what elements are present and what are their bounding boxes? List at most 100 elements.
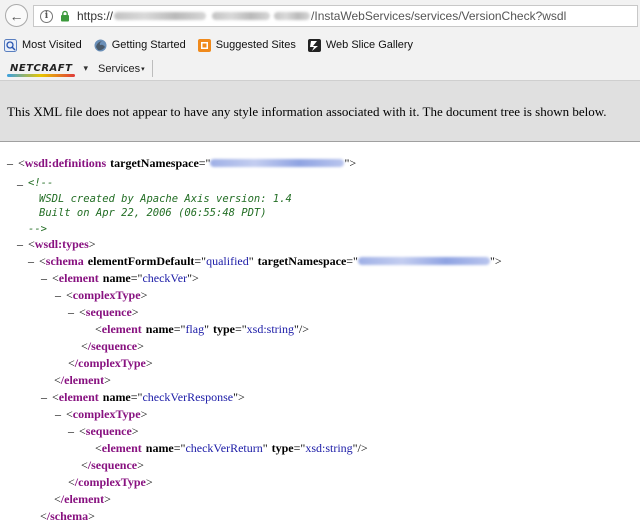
xml-line: < element name =" flag " type =" xsd:string "/>	[95, 321, 310, 336]
collapse-toggle[interactable]: –	[55, 289, 66, 301]
xml-line: – < schema elementFormDefault =" qualified "…	[28, 253, 502, 268]
xml-line: – < element name =" checkVer ">	[41, 270, 199, 285]
bookmark-label: Suggested Sites	[215, 39, 296, 51]
suggested-sites-icon	[197, 38, 211, 52]
services-label: Services	[97, 62, 141, 75]
collapse-toggle[interactable]: –	[41, 272, 52, 284]
xml-line: </sequence >	[81, 457, 144, 472]
xml-tag: sequence	[85, 423, 132, 438]
chevron-down-icon: ▾	[141, 65, 145, 73]
xml-line: </complexType >	[68, 355, 153, 370]
xml-line: – < sequence >	[68, 423, 139, 438]
xml-value: checkVer	[142, 270, 188, 285]
xml-comment: -->	[28, 223, 47, 236]
xml-value: checkVerReturn	[185, 440, 263, 455]
collapse-toggle[interactable]: –	[28, 255, 39, 267]
collapse-toggle[interactable]: –	[7, 157, 18, 169]
xml-attr: targetNamespace	[257, 253, 347, 268]
xml-tag: element	[58, 270, 99, 285]
redacted-host	[114, 12, 207, 20]
xml-attr: name	[102, 270, 131, 285]
collapse-toggle[interactable]: –	[68, 425, 79, 437]
xml-tag: /element	[60, 491, 105, 506]
xml-comment: Built on Apr 22, 2006 (06:55:48 PDT)	[39, 207, 267, 220]
xml-value: qualified	[206, 253, 249, 268]
bookmark-most-visited[interactable]: Most Visited	[4, 38, 82, 52]
bookmark-label: Getting Started	[111, 39, 186, 51]
xml-line: – < wsdl:definitions targetNamespace =" ">	[7, 155, 357, 170]
collapse-toggle[interactable]: –	[41, 391, 52, 403]
lock-icon	[61, 10, 69, 22]
netcraft-swoosh-icon	[7, 73, 76, 77]
firefox-icon	[94, 39, 107, 51]
collapse-toggle[interactable]: –	[68, 306, 79, 318]
bookmark-getting-started[interactable]: Getting Started	[94, 39, 186, 52]
xml-info-banner: This XML file does not appear to have an…	[0, 81, 640, 142]
xml-tag: complexType	[72, 406, 141, 421]
netcraft-logo[interactable]: NETCRAFT	[7, 62, 76, 77]
xml-value: checkVerResponse	[142, 389, 234, 404]
bookmark-suggested-sites[interactable]: Suggested Sites	[197, 38, 296, 52]
xml-attr: name	[145, 321, 174, 336]
xml-tag: /sequence	[87, 457, 138, 472]
xml-info-text: This XML file does not appear to have an…	[7, 103, 607, 119]
back-button[interactable]: ←	[5, 4, 28, 27]
xml-comment: WSDL created by Apache Axis version: 1.4	[39, 193, 292, 206]
xml-tag: wsdl:definitions	[24, 155, 107, 170]
xml-tag: /element	[60, 372, 105, 387]
xml-tag: element	[58, 389, 99, 404]
collapse-toggle[interactable]: –	[55, 408, 66, 420]
xml-line: </element >	[54, 372, 111, 387]
collapse-toggle[interactable]: –	[17, 178, 28, 190]
xml-attr: name	[145, 440, 174, 455]
xml-tag: /schema	[46, 508, 89, 523]
xml-comment-line: Built on Apr 22, 2006 (06:55:48 PDT)	[39, 205, 267, 222]
xml-attr: name	[102, 389, 131, 404]
xml-line: – < complexType >	[55, 287, 148, 302]
back-arrow-icon: ←	[9, 7, 24, 24]
url-input[interactable]: i https:// /InstaWebServices/services/Ve…	[33, 5, 638, 27]
netcraft-toolbar: NETCRAFT ▾ Services ▾	[0, 57, 640, 81]
xml-line: </schema >	[40, 508, 95, 523]
xml-comment: <!--	[28, 177, 54, 190]
xml-line: </element >	[54, 491, 111, 506]
xml-line: – < sequence >	[68, 304, 139, 319]
collapse-toggle[interactable]: –	[17, 238, 28, 250]
redacted-host	[274, 12, 311, 20]
info-icon[interactable]: i	[40, 9, 53, 23]
xml-line: </complexType >	[68, 474, 153, 489]
bookmark-web-slice-gallery[interactable]: Web Slice Gallery	[307, 38, 414, 52]
xml-tag: /complexType	[74, 474, 146, 489]
redacted-value	[357, 256, 490, 265]
xml-tag: schema	[45, 253, 84, 268]
xml-document-tree: – < wsdl:definitions targetNamespace =" "> …	[0, 142, 640, 525]
url-path: /InstaWebServices/services/VersionCheck?…	[311, 9, 567, 23]
xml-line: – < element name =" checkVerResponse ">	[41, 389, 245, 404]
xml-value: xsd:string	[305, 440, 353, 455]
xml-tag: sequence	[85, 304, 132, 319]
address-toolbar: ← i https:// /InstaWebServices/services/…	[0, 0, 640, 33]
services-menu[interactable]: Services ▾	[98, 63, 145, 75]
xml-tag: element	[101, 321, 142, 336]
xml-tag: complexType	[72, 287, 141, 302]
xml-comment-line: – <!--	[17, 175, 53, 192]
xml-line: – < complexType >	[55, 406, 148, 421]
xml-attr: targetNamespace	[110, 155, 199, 170]
url-scheme: https://	[77, 9, 114, 23]
redacted-value	[210, 158, 345, 167]
xml-attr: elementFormDefault	[87, 253, 195, 268]
web-slice-icon	[307, 38, 321, 52]
xml-value: xsd:string	[246, 321, 295, 336]
xml-line: – < wsdl:types >	[17, 236, 96, 251]
xml-tag: wsdl:types	[34, 236, 89, 251]
most-visited-icon	[4, 38, 17, 52]
netcraft-logo-text: NETCRAFT	[10, 62, 73, 74]
xml-tag: /complexType	[74, 355, 146, 370]
xml-value: flag	[185, 321, 205, 336]
xml-tag: element	[101, 440, 142, 455]
xml-line: </sequence >	[81, 338, 144, 353]
bookmark-label: Web Slice Gallery	[325, 39, 414, 51]
xml-line: < element name =" checkVerReturn " type =" xsd…	[95, 440, 368, 455]
netcraft-dropdown-icon[interactable]: ▾	[83, 63, 88, 74]
redacted-host	[212, 12, 271, 20]
